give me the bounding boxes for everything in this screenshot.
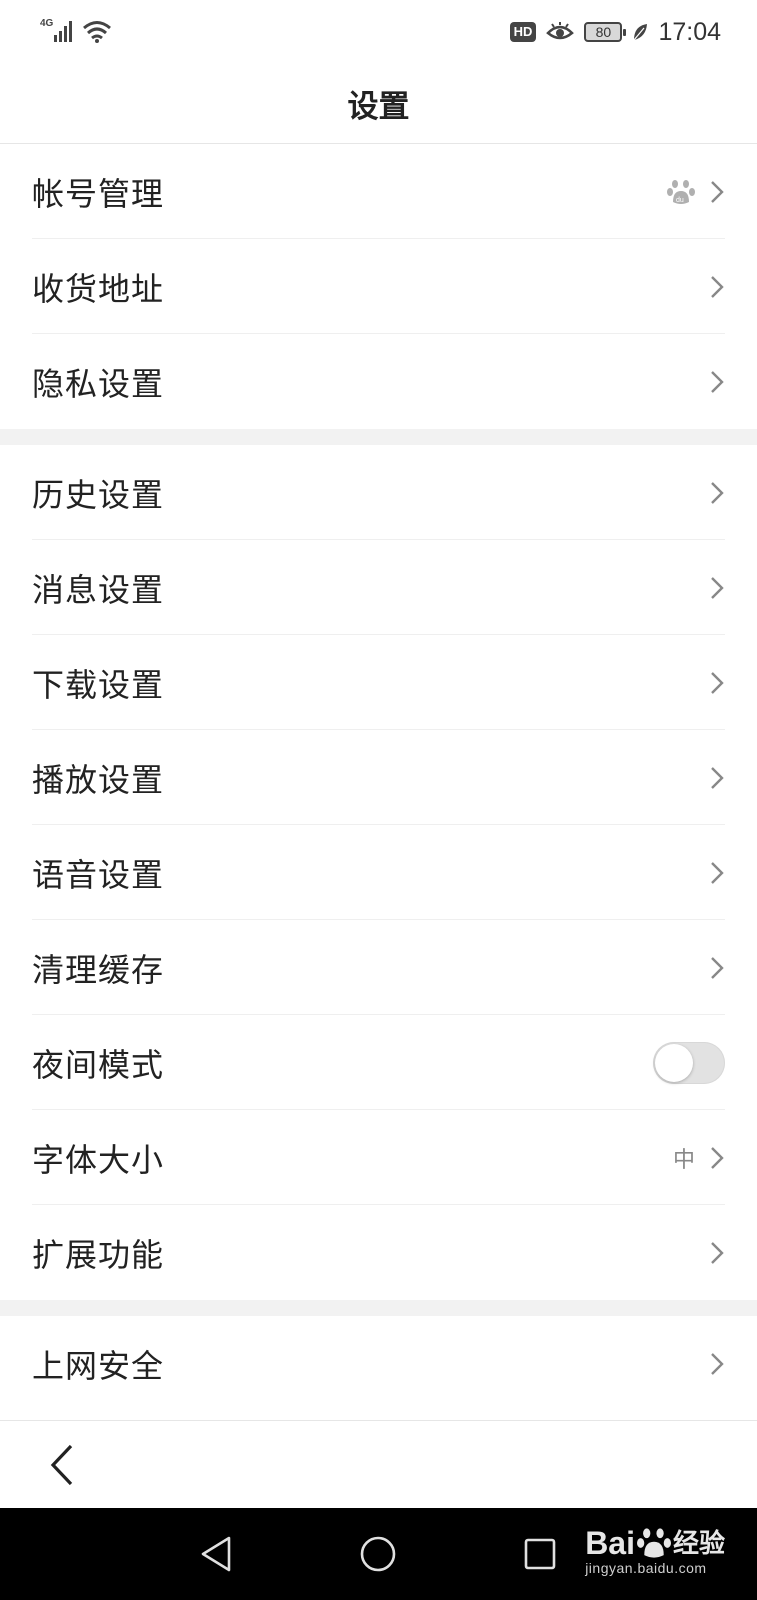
watermark-logo: Bai 经验 xyxy=(585,1526,725,1560)
nav-home-button[interactable] xyxy=(356,1532,400,1576)
chevron-left-icon xyxy=(50,1444,73,1486)
settings-item-label: 收货地址 xyxy=(32,269,165,308)
settings-item-label: 夜间模式 xyxy=(32,1045,165,1084)
settings-item-label: 字体大小 xyxy=(32,1140,165,1179)
nav-recents-button[interactable] xyxy=(518,1532,562,1576)
font-size-value: 中 xyxy=(672,1147,695,1173)
chevron-right-icon xyxy=(711,1146,724,1169)
circle-home-icon xyxy=(360,1536,396,1572)
row-accessory xyxy=(709,480,725,506)
chevron-right-icon xyxy=(711,370,724,393)
system-indicators: HD 80 17:04 xyxy=(509,14,721,50)
settings-item-font-size[interactable]: 字体大小 中 xyxy=(0,1110,757,1205)
watermark-brand: Bai xyxy=(585,1525,635,1561)
watermark-brand-suffix: 经验 xyxy=(672,1528,725,1558)
row-accessory xyxy=(709,369,725,395)
chevron-right-icon xyxy=(711,481,724,504)
row-accessory xyxy=(709,860,725,886)
settings-item-account[interactable]: 帐号管理 du xyxy=(0,144,757,239)
row-accessory xyxy=(653,1041,725,1084)
hd-badge: HD xyxy=(509,22,537,42)
network-indicators: 4G xyxy=(40,16,114,46)
settings-item-label: 播放设置 xyxy=(32,760,165,799)
chevron-right-icon xyxy=(711,956,724,979)
settings-item-web-security[interactable]: 上网安全 xyxy=(0,1316,757,1411)
row-accessory xyxy=(709,765,725,791)
signal-wifi-icon: 4G xyxy=(40,18,111,43)
eye-comfort-icon xyxy=(546,22,575,40)
row-accessory xyxy=(709,670,725,696)
triangle-back-icon xyxy=(201,1536,231,1572)
battery-indicator: 80 xyxy=(584,22,627,42)
settings-item-label: 上网安全 xyxy=(32,1346,165,1385)
chevron-right-icon xyxy=(711,1241,724,1264)
settings-item-label: 语音设置 xyxy=(32,855,165,894)
settings-item-download[interactable]: 下载设置 xyxy=(0,635,757,730)
settings-item-night-mode: 夜间模式 xyxy=(0,1015,757,1110)
network-type-label: 4G xyxy=(40,18,54,29)
page-title: 设置 xyxy=(347,89,410,125)
chevron-right-icon xyxy=(711,766,724,789)
settings-item-label: 清理缓存 xyxy=(32,950,165,989)
settings-item-messages[interactable]: 消息设置 xyxy=(0,540,757,635)
row-accessory: du xyxy=(667,178,725,206)
settings-item-voice[interactable]: 语音设置 xyxy=(0,825,757,920)
baidu-paw-icon: du xyxy=(667,179,695,204)
toggle-knob xyxy=(655,1043,693,1082)
system-navigation-bar: Bai 经验 jingyan.baidu.com xyxy=(0,1508,757,1600)
row-accessory xyxy=(709,575,725,601)
settings-item-address[interactable]: 收货地址 xyxy=(0,239,757,334)
settings-item-label: 隐私设置 xyxy=(32,364,165,403)
section-gap xyxy=(0,429,757,445)
chevron-right-icon xyxy=(711,861,724,884)
chevron-right-icon xyxy=(711,1352,724,1375)
settings-item-label: 帐号管理 xyxy=(32,174,165,213)
settings-item-extensions[interactable]: 扩展功能 xyxy=(0,1205,757,1300)
baidu-jingyan-watermark: Bai 经验 jingyan.baidu.com xyxy=(585,1526,725,1576)
leaf-icon xyxy=(633,24,648,41)
settings-item-label: 扩展功能 xyxy=(32,1235,165,1274)
watermark-domain: jingyan.baidu.com xyxy=(585,1560,707,1576)
settings-group-security: 上网安全 xyxy=(0,1316,757,1411)
settings-item-playback[interactable]: 播放设置 xyxy=(0,730,757,825)
back-button[interactable] xyxy=(42,1441,82,1489)
bottom-toolbar xyxy=(0,1420,757,1508)
baidu-paw-icon xyxy=(636,1528,671,1558)
row-accessory: 中 xyxy=(673,1142,725,1174)
row-accessory xyxy=(709,274,725,300)
settings-item-label: 消息设置 xyxy=(32,570,165,609)
settings-item-history[interactable]: 历史设置 xyxy=(0,445,757,540)
chevron-right-icon xyxy=(711,576,724,599)
chevron-right-icon xyxy=(711,275,724,298)
settings-item-label: 下载设置 xyxy=(32,665,165,704)
svg-text:du: du xyxy=(676,197,684,204)
nav-back-button[interactable] xyxy=(194,1532,238,1576)
title-bar: 设置 xyxy=(0,64,757,144)
settings-item-clear-cache[interactable]: 清理缓存 xyxy=(0,920,757,1015)
row-accessory xyxy=(709,1240,725,1266)
section-gap xyxy=(0,1300,757,1316)
status-bar: 4G HD 80 17:04 xyxy=(0,0,757,64)
night-mode-toggle[interactable] xyxy=(653,1041,725,1084)
settings-group-general: 历史设置 消息设置 下载设置 播放设置 语音设置 清理缓存 夜间模式 字体大小 … xyxy=(0,445,757,1300)
square-recents-icon xyxy=(524,1538,556,1570)
clock: 17:04 xyxy=(658,17,721,46)
settings-item-privacy[interactable]: 隐私设置 xyxy=(0,334,757,429)
chevron-right-icon xyxy=(711,180,724,203)
settings-group-account: 帐号管理 du 收货地址 隐私设置 xyxy=(0,144,757,429)
row-accessory xyxy=(709,955,725,981)
chevron-right-icon xyxy=(711,671,724,694)
row-accessory xyxy=(709,1351,725,1377)
settings-item-label: 历史设置 xyxy=(32,475,165,514)
